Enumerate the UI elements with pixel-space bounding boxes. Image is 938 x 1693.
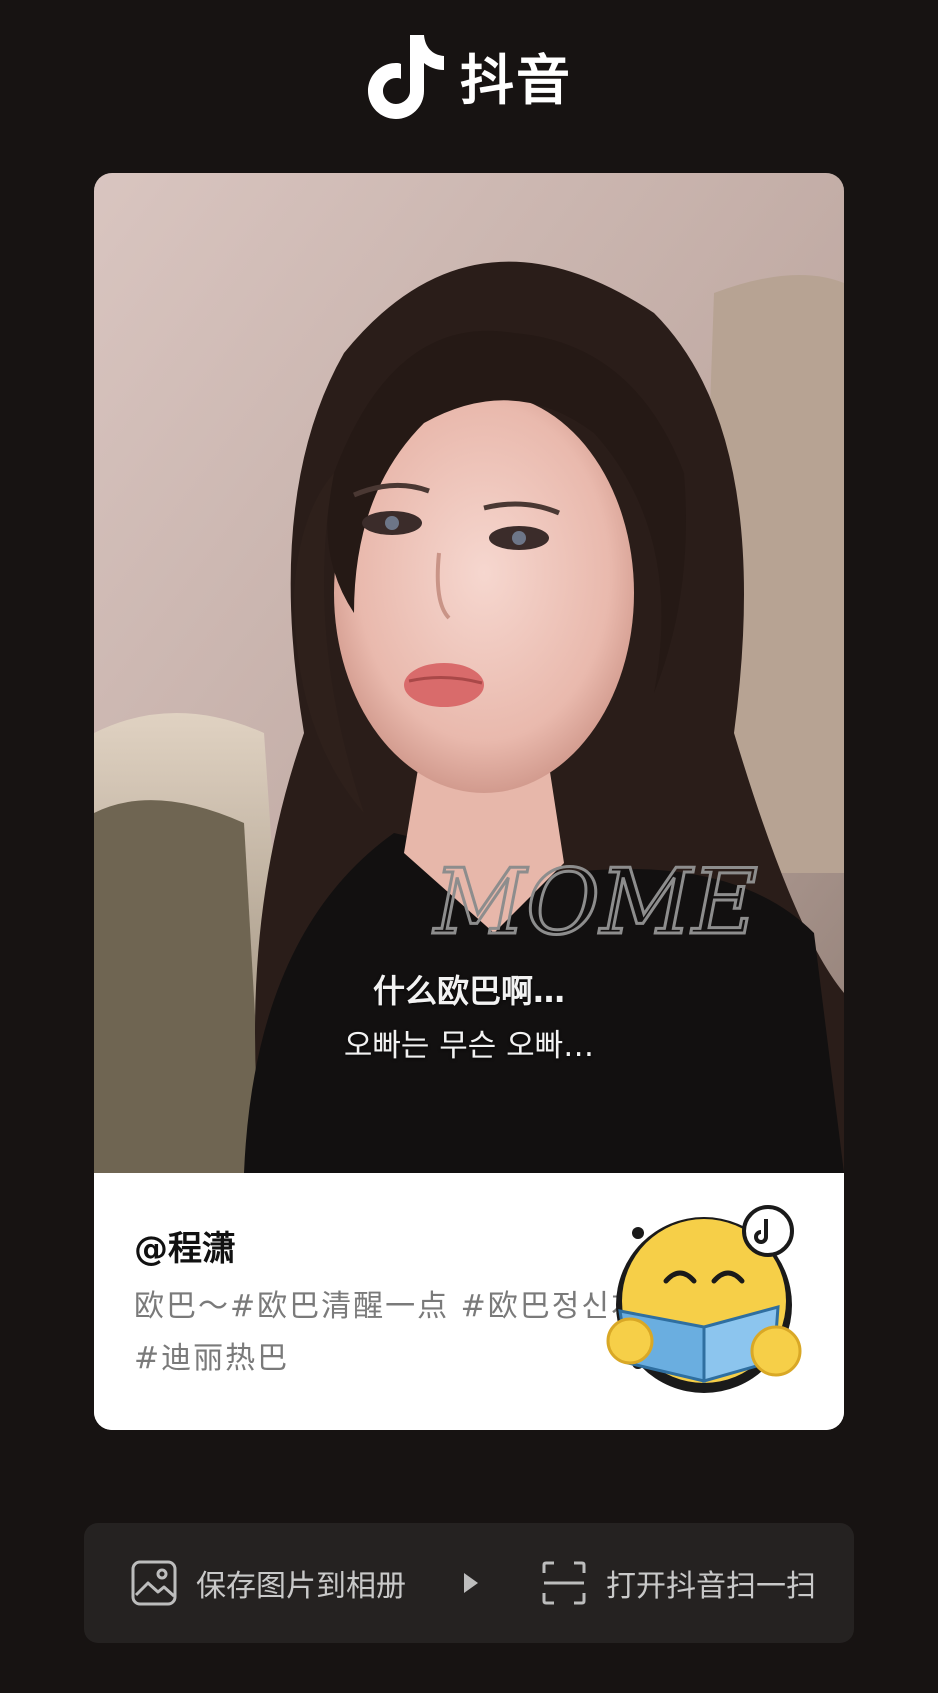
app-logo: 抖音 [0, 30, 938, 120]
image-icon [130, 1559, 178, 1607]
card-info: @程潇 欧巴～#欧巴清醒一点 #欧巴정신차리 #迪丽热巴 [94, 1173, 844, 1430]
subtitle-korean: 오빠는 무슨 오빠… [343, 1028, 595, 1064]
video-cover-image: MOME 什么欧巴啊… 오빠는 무슨 오빠… [94, 173, 844, 1173]
save-image-label: 保存图片到相册 [196, 1569, 406, 1604]
open-scan-label: 打开抖音扫一扫 [606, 1569, 816, 1604]
action-bar: 保存图片到相册 打开抖音扫一扫 [84, 1523, 854, 1643]
play-triangle-icon [462, 1571, 480, 1599]
share-card: MOME 什么欧巴啊… 오빠는 무슨 오빠… @程潇 欧巴～#欧巴清醒一点 #欧… [94, 173, 844, 1430]
smiley-reading-book-qr-icon [606, 1203, 802, 1399]
svg-text:MOME: MOME [432, 850, 758, 955]
tiktok-note-icon [366, 31, 446, 119]
open-scan-button[interactable]: 打开抖音扫一扫 [540, 1523, 816, 1643]
subtitle-chinese: 什么欧巴啊… [372, 972, 565, 1010]
author-username: @程潇 [134, 1229, 236, 1269]
app-name: 抖音 [460, 48, 572, 112]
save-image-button[interactable]: 保存图片到相册 [130, 1523, 406, 1643]
video-description: 欧巴～#欧巴清醒一点 #欧巴정신차리 #迪丽热巴 [134, 1289, 671, 1376]
scan-icon [540, 1559, 588, 1607]
